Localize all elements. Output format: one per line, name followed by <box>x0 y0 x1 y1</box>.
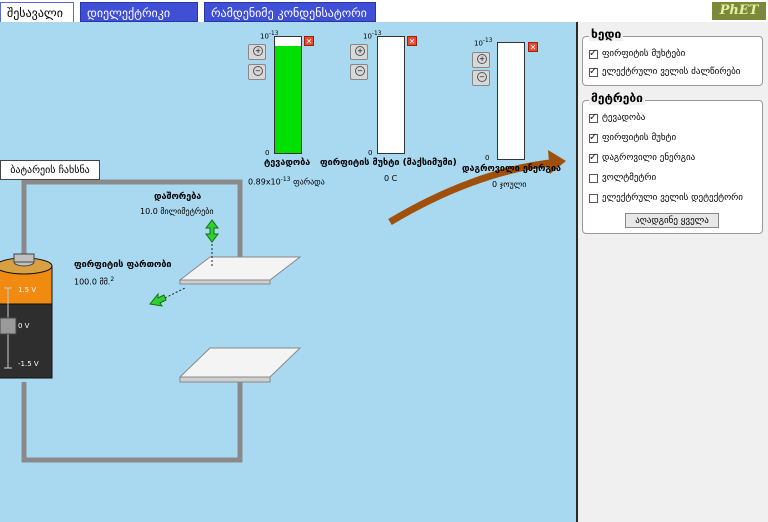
energy-title: დაგროვილი ენერგია <box>462 164 562 174</box>
energy-close-icon[interactable]: ✕ <box>528 42 538 52</box>
area-drag-arrow[interactable] <box>149 292 167 307</box>
checkbox-icon[interactable] <box>589 193 598 203</box>
capacitance-zoom-out-button[interactable]: − <box>248 64 266 80</box>
energy-zoom-out-button[interactable]: − <box>472 70 490 86</box>
energy-scale-top: 10-13 <box>474 38 493 48</box>
energy-zoom-in-button[interactable]: + <box>472 52 490 68</box>
charge-title: ფირფიტის მუხტი (მაქსიმუმი) <box>320 158 457 168</box>
meters-group-title: მეტრები <box>589 91 645 105</box>
capacitance-meter <box>274 36 302 154</box>
charge-value: 0 C <box>384 174 398 183</box>
energy-value: 0 ჯოული <box>492 180 527 189</box>
meter-checkbox-field-detector[interactable]: ელექტრული ველის დეტექტორი <box>589 191 743 205</box>
charge-zoom-out-button[interactable]: − <box>350 64 368 80</box>
capacitance-zoom-in-button[interactable]: + <box>248 44 266 60</box>
battery-plus-label: 1.5 V <box>18 286 37 294</box>
charge-close-icon[interactable]: ✕ <box>407 36 417 46</box>
reset-all-button[interactable]: აღადგინე ყველა <box>625 213 719 228</box>
tab-dielectric[interactable]: დიელექტრიკი <box>80 2 198 22</box>
simulation-canvas: ბატარეის ჩახსნა დაშორება 10.0 მილიმეტრებ… <box>0 22 576 522</box>
capacitance-close-icon[interactable]: ✕ <box>304 36 314 46</box>
battery-zero-label: 0 V <box>18 322 30 330</box>
meter-checkbox-capacitance[interactable]: ტევადობა <box>589 111 645 125</box>
capacitance-fill <box>275 46 301 153</box>
plate-area-value: 100.0 მმ.2 <box>74 276 115 287</box>
battery-minus-label: -1.5 V <box>18 360 39 368</box>
checkbox-icon[interactable] <box>589 111 598 125</box>
tab-bar: შესავალი დიელექტრიკი რამდენიმე კონდენსატ… <box>0 0 768 22</box>
meter-checkbox-voltmeter[interactable]: ვოლტმეტრი <box>589 171 656 185</box>
checkbox-icon[interactable] <box>589 47 598 61</box>
bottom-plate[interactable] <box>178 347 302 378</box>
bottom-plate-edge <box>179 376 271 383</box>
area-guide <box>164 287 186 299</box>
tab-multiple-capacitors[interactable]: რამდენიმე კონდენსატორი <box>204 2 376 22</box>
top-plate-edge <box>179 279 271 285</box>
separation-label: დაშორება <box>154 192 202 202</box>
view-checkbox-plate-charges[interactable]: ფირფიტის მუხტები <box>589 47 685 61</box>
energy-meter <box>497 42 525 160</box>
plate-area-label: ფირფიტის ფართობი <box>74 260 172 270</box>
separation-drag-arrow[interactable] <box>205 219 219 243</box>
charge-zoom-in-button[interactable]: + <box>350 44 368 60</box>
phet-logo[interactable]: PhET <box>712 2 766 20</box>
energy-scale-bottom: 0 <box>485 154 490 162</box>
top-plate[interactable] <box>178 256 302 281</box>
capacitance-value: 0.89x10-13 ფარადა <box>248 176 325 187</box>
charge-meter <box>377 36 405 154</box>
checkbox-icon[interactable] <box>589 65 598 79</box>
capacitance-title: ტევადობა <box>264 158 311 168</box>
checkbox-icon[interactable] <box>589 151 598 165</box>
capacitance-scale-bottom: 0 <box>265 149 270 157</box>
view-checkbox-field-lines[interactable]: ელექტრული ველის ძალწირები <box>589 65 740 79</box>
separation-value: 10.0 მილიმეტრები <box>140 207 214 216</box>
meter-checkbox-stored-energy[interactable]: დაგროვილი ენერგია <box>589 151 695 165</box>
battery-slider-knob[interactable] <box>0 317 17 335</box>
meter-checkbox-plate-charge[interactable]: ფირფიტის მუხტი <box>589 131 676 145</box>
checkbox-icon[interactable] <box>589 131 598 145</box>
disconnect-battery-button[interactable]: ბატარეის ჩახსნა <box>0 160 100 180</box>
tab-intro[interactable]: შესავალი <box>0 2 74 22</box>
view-group-title: ხედი <box>589 27 624 41</box>
meters-group: მეტრები ტევადობა ფირფიტის მუხტი დაგროვილ… <box>582 91 763 234</box>
charge-scale-bottom: 0 <box>368 149 373 157</box>
view-group: ხედი ფირფიტის მუხტები ელექტრული ველის ძა… <box>582 27 763 86</box>
bottom-wire <box>21 382 243 463</box>
checkbox-icon[interactable] <box>589 173 598 183</box>
control-panel: ხედი ფირფიტის მუხტები ელექტრული ველის ძა… <box>576 22 768 522</box>
